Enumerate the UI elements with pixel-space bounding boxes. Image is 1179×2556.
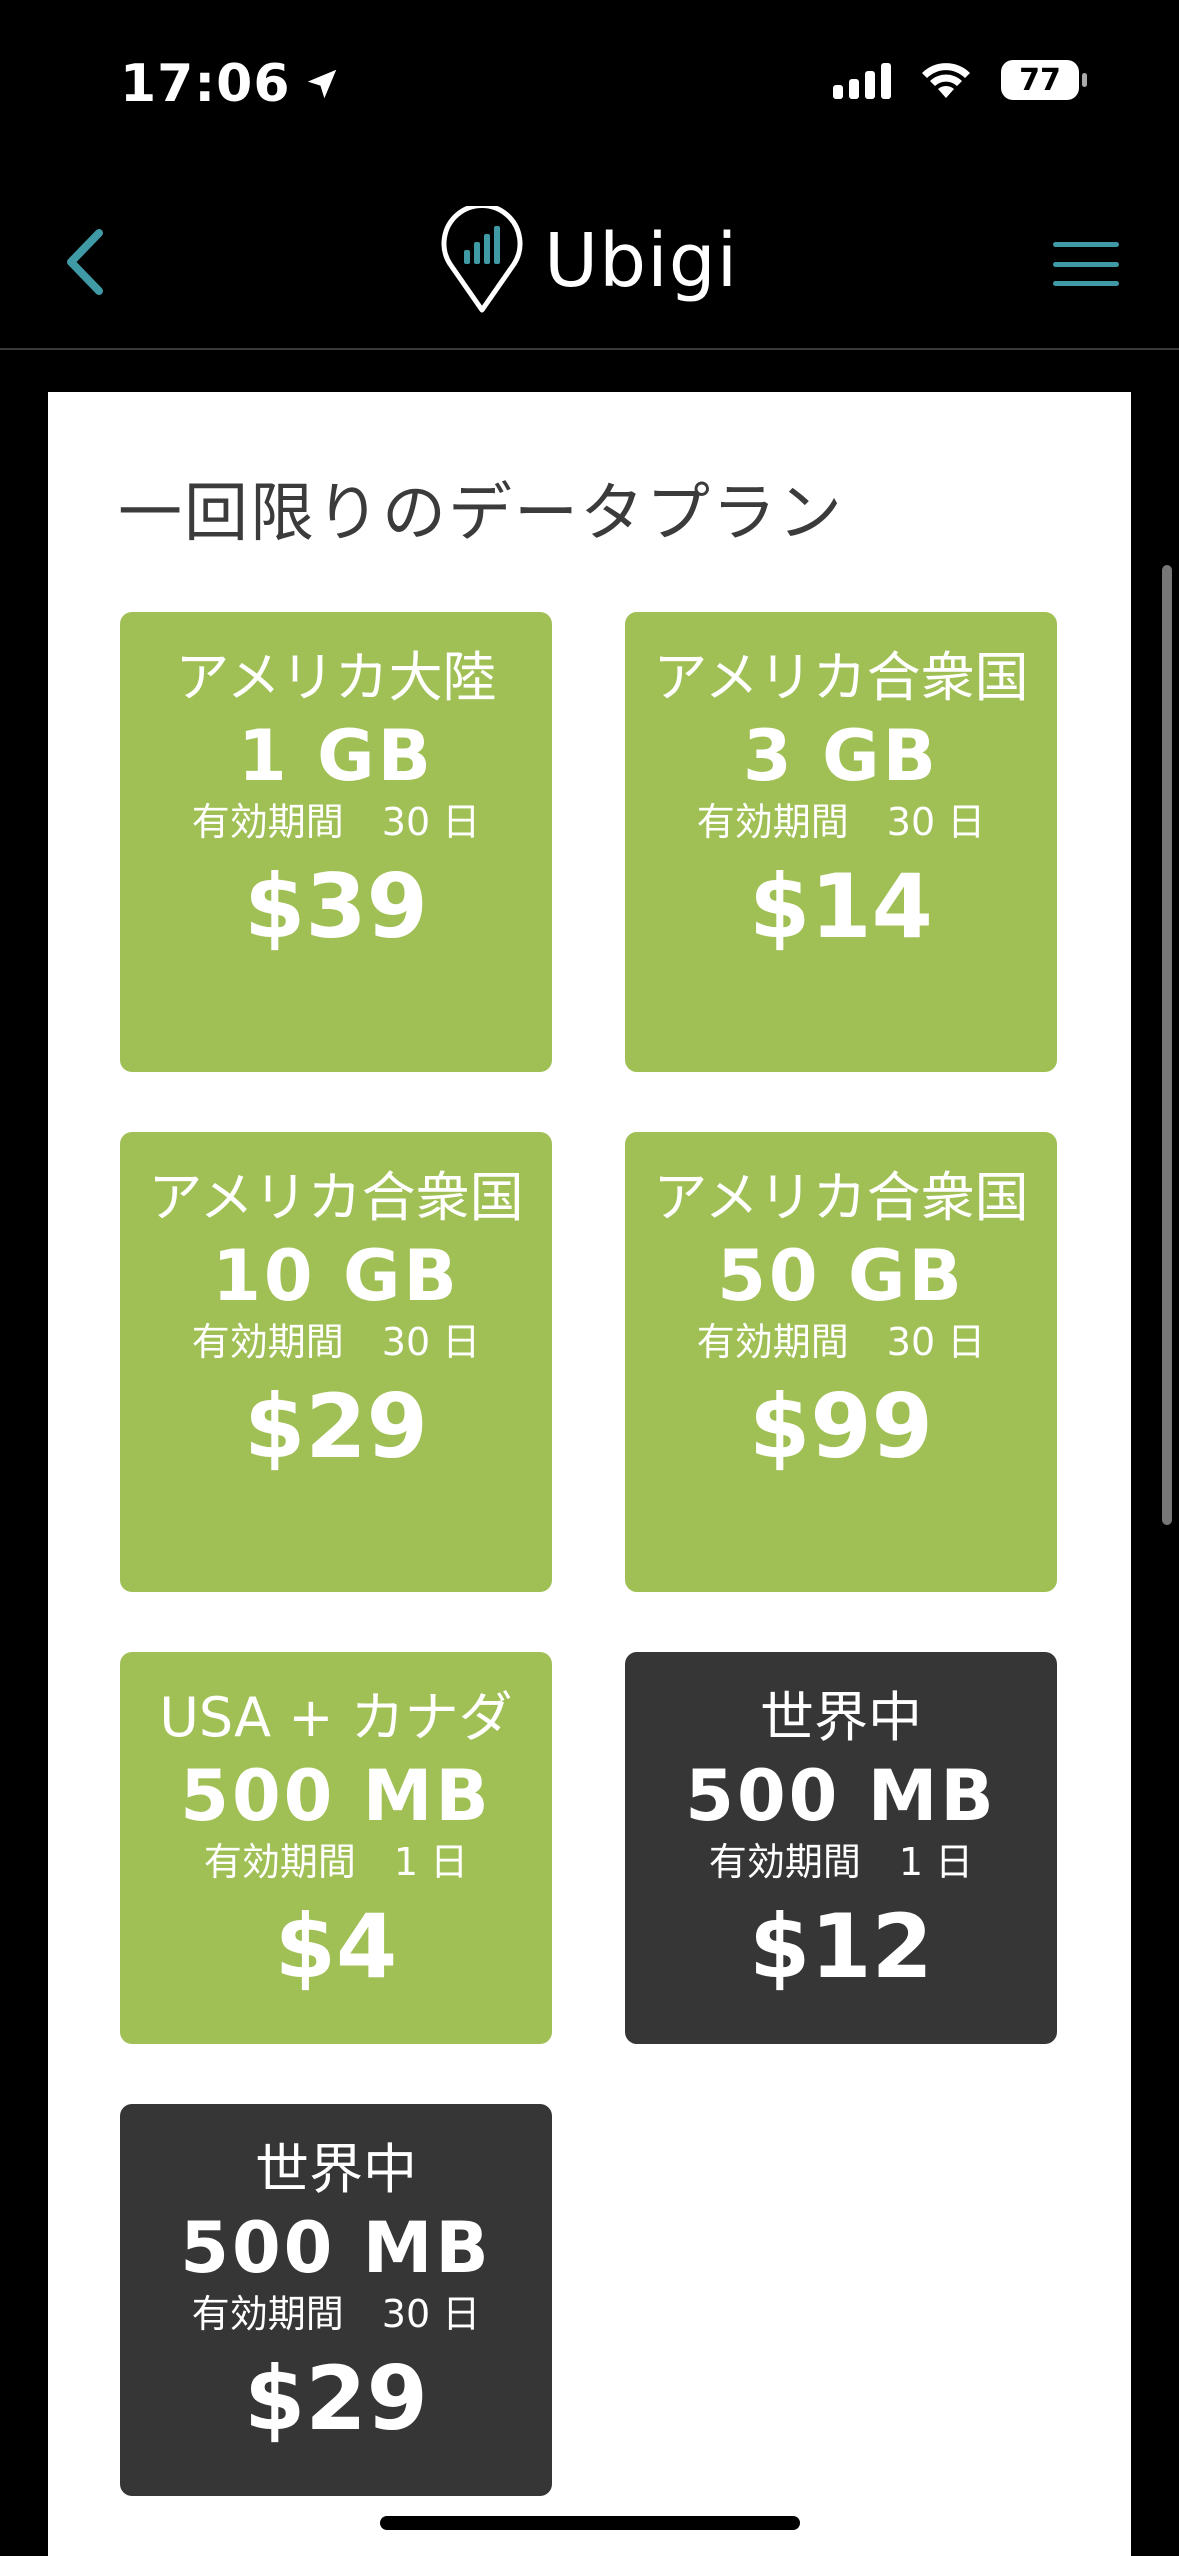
page-title: 一回限りのデータプラン xyxy=(118,477,844,551)
plan-card[interactable]: USA + カナダ 500 MB 有効期間 1 日 $4 xyxy=(120,1652,552,2044)
plan-size: 3 GB xyxy=(743,715,939,797)
location-arrow-icon xyxy=(307,69,336,99)
status-time-text: 17:06 xyxy=(120,54,291,114)
ubigi-logo: Ubigi xyxy=(440,206,738,316)
plan-price: $99 xyxy=(749,1375,933,1478)
plan-size: 50 GB xyxy=(717,1235,965,1317)
content-panel: 一回限りのデータプラン アメリカ大陸 1 GB 有効期間 30 日 $39 アメ… xyxy=(48,392,1131,2556)
plan-price: $4 xyxy=(274,1895,398,1998)
plan-card[interactable]: アメリカ大陸 1 GB 有効期間 30 日 $39 xyxy=(120,612,552,1072)
status-icons: 77 xyxy=(833,60,1087,100)
plan-grid: アメリカ大陸 1 GB 有効期間 30 日 $39 アメリカ合衆国 3 GB 有… xyxy=(120,612,1060,2496)
back-button[interactable] xyxy=(50,222,120,302)
plan-price: $29 xyxy=(244,1375,428,1478)
plan-card[interactable]: アメリカ合衆国 3 GB 有効期間 30 日 $14 xyxy=(625,612,1057,1072)
plan-card[interactable]: アメリカ合衆国 10 GB 有効期間 30 日 $29 xyxy=(120,1132,552,1592)
map-pin-signal-icon xyxy=(441,206,523,313)
plan-price: $29 xyxy=(244,2347,428,2450)
plan-card[interactable]: 世界中 500 MB 有効期間 1 日 $12 xyxy=(625,1652,1057,2044)
scrollbar[interactable] xyxy=(1162,565,1172,1525)
plan-region: アメリカ合衆国 xyxy=(653,1166,1029,1229)
plan-price: $39 xyxy=(244,855,428,958)
status-time: 17:06 xyxy=(120,54,341,114)
plan-validity: 有効期間 30 日 xyxy=(696,1320,986,1364)
plan-region: アメリカ大陸 xyxy=(175,646,497,709)
plan-region: 世界中 xyxy=(255,2138,417,2201)
plan-validity: 有効期間 1 日 xyxy=(203,1840,469,1884)
status-bar: 17:06 77 xyxy=(0,0,1179,170)
chevron-left-icon xyxy=(67,229,103,295)
plan-validity: 有効期間 1 日 xyxy=(708,1840,974,1884)
plan-size: 500 MB xyxy=(180,1755,492,1837)
plan-size: 500 MB xyxy=(685,1755,997,1837)
battery-icon: 77 xyxy=(1001,60,1087,100)
plan-region: 世界中 xyxy=(760,1686,922,1749)
plan-region: USA + カナダ xyxy=(159,1686,513,1749)
logo-text: Ubigi xyxy=(544,218,739,304)
hamburger-menu-button[interactable] xyxy=(1053,242,1119,286)
plan-validity: 有効期間 30 日 xyxy=(696,800,986,844)
menu-icon-line xyxy=(1053,281,1119,286)
cellular-signal-icon xyxy=(833,61,891,99)
plan-validity: 有効期間 30 日 xyxy=(191,2292,481,2336)
plan-card[interactable]: 世界中 500 MB 有効期間 30 日 $29 xyxy=(120,2104,552,2496)
plan-card[interactable]: アメリカ合衆国 50 GB 有効期間 30 日 $99 xyxy=(625,1132,1057,1592)
plan-size: 10 GB xyxy=(212,1235,460,1317)
plan-region: アメリカ合衆国 xyxy=(148,1166,524,1229)
wifi-icon xyxy=(922,63,970,98)
plan-size: 1 GB xyxy=(238,715,434,797)
menu-icon-line xyxy=(1053,261,1119,267)
home-indicator[interactable] xyxy=(380,2516,800,2530)
battery-level: 77 xyxy=(1019,62,1061,98)
plan-price: $14 xyxy=(749,855,933,958)
plan-validity: 有効期間 30 日 xyxy=(191,800,481,844)
plan-validity: 有効期間 30 日 xyxy=(191,1320,481,1364)
plan-size: 500 MB xyxy=(180,2207,492,2289)
menu-icon-line xyxy=(1053,242,1119,247)
app-header: Ubigi xyxy=(0,170,1179,350)
plan-region: アメリカ合衆国 xyxy=(653,646,1029,709)
plan-price: $12 xyxy=(749,1895,933,1998)
